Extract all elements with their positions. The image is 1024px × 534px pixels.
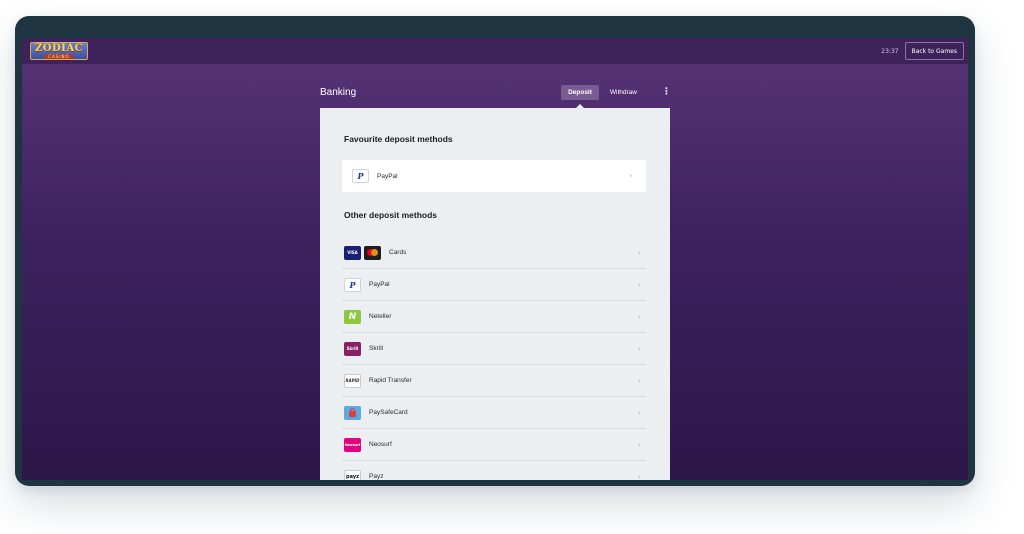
chevron-right-icon: ›: [637, 248, 641, 257]
other-methods-title: Other deposit methods: [344, 210, 438, 220]
method-row-paysafecard[interactable]: PaySafeCard ›: [342, 397, 646, 429]
paypal-icon: P: [344, 277, 361, 292]
casino-logo[interactable]: ZODIAC CASINO: [30, 42, 88, 60]
chevron-right-icon: ›: [637, 472, 641, 481]
chevron-right-icon: ›: [637, 440, 641, 449]
method-label: Skrill: [369, 345, 384, 352]
method-row-rapid-transfer[interactable]: RAPID Rapid Transfer ›: [342, 365, 646, 397]
chevron-right-icon: ›: [629, 172, 633, 180]
deposit-panel: Favourite deposit methods P PayPal › Oth…: [320, 108, 670, 480]
logo-subtitle: CASINO: [45, 53, 73, 59]
tab-deposit[interactable]: Deposit: [561, 84, 599, 100]
method-label: PayPal: [369, 281, 390, 288]
back-to-games-button[interactable]: Back to Games: [904, 42, 964, 60]
banking-tabs: Deposit Withdraw ⋮: [561, 84, 671, 100]
method-row-cards[interactable]: VISA Cards ›: [342, 237, 646, 269]
method-row-skrill[interactable]: Skrill Skrill ›: [342, 333, 646, 365]
paysafecard-icon: [344, 405, 361, 420]
logo-wordmark: ZODIAC: [34, 42, 84, 54]
page: ZODIAC CASINO 23:37 Back to Games Bankin…: [0, 0, 1024, 534]
chevron-right-icon: ›: [637, 376, 641, 385]
neteller-icon: N: [344, 309, 361, 324]
payz-icon: payz: [344, 469, 361, 480]
banking-header: Banking Deposit Withdraw ⋮: [320, 78, 671, 106]
top-bar: ZODIAC CASINO 23:37 Back to Games: [22, 38, 968, 64]
method-label: Rapid Transfer: [369, 377, 412, 384]
clock: 23:37: [881, 47, 899, 55]
method-label: PaySafeCard: [369, 409, 408, 416]
tab-withdraw[interactable]: Withdraw: [603, 85, 644, 100]
chevron-right-icon: ›: [637, 408, 641, 417]
favourite-methods-title: Favourite deposit methods: [344, 134, 453, 144]
more-options-icon[interactable]: ⋮: [662, 87, 671, 97]
page-title: Banking: [320, 86, 357, 98]
method-label: Neteller: [369, 313, 392, 320]
method-row-paypal[interactable]: P PayPal ›: [342, 269, 646, 301]
chevron-right-icon: ›: [637, 280, 641, 289]
top-bar-right: 23:37 Back to Games: [881, 42, 964, 60]
visa-icon: VISA: [344, 245, 361, 260]
mastercard-icon: [364, 245, 381, 260]
skrill-icon: Skrill: [344, 341, 361, 356]
method-label: Cards: [389, 249, 407, 256]
method-row-payz[interactable]: payz Payz ›: [342, 461, 646, 480]
method-row-neosurf[interactable]: Neosurf Neosurf ›: [342, 429, 646, 461]
method-label: Payz: [369, 473, 384, 480]
rapid-transfer-icon: RAPID: [344, 373, 361, 388]
device-frame: ZODIAC CASINO 23:37 Back to Games Bankin…: [15, 16, 975, 486]
method-row-neteller[interactable]: N Neteller ›: [342, 301, 646, 333]
method-label: PayPal: [377, 172, 398, 180]
neosurf-icon: Neosurf: [344, 437, 361, 452]
favourite-method-paypal[interactable]: P PayPal ›: [342, 160, 646, 192]
method-label: Neosurf: [369, 441, 392, 448]
chevron-right-icon: ›: [637, 312, 641, 321]
paypal-icon: P: [352, 169, 369, 183]
chevron-right-icon: ›: [637, 344, 641, 353]
app-screen: ZODIAC CASINO 23:37 Back to Games Bankin…: [22, 38, 968, 480]
